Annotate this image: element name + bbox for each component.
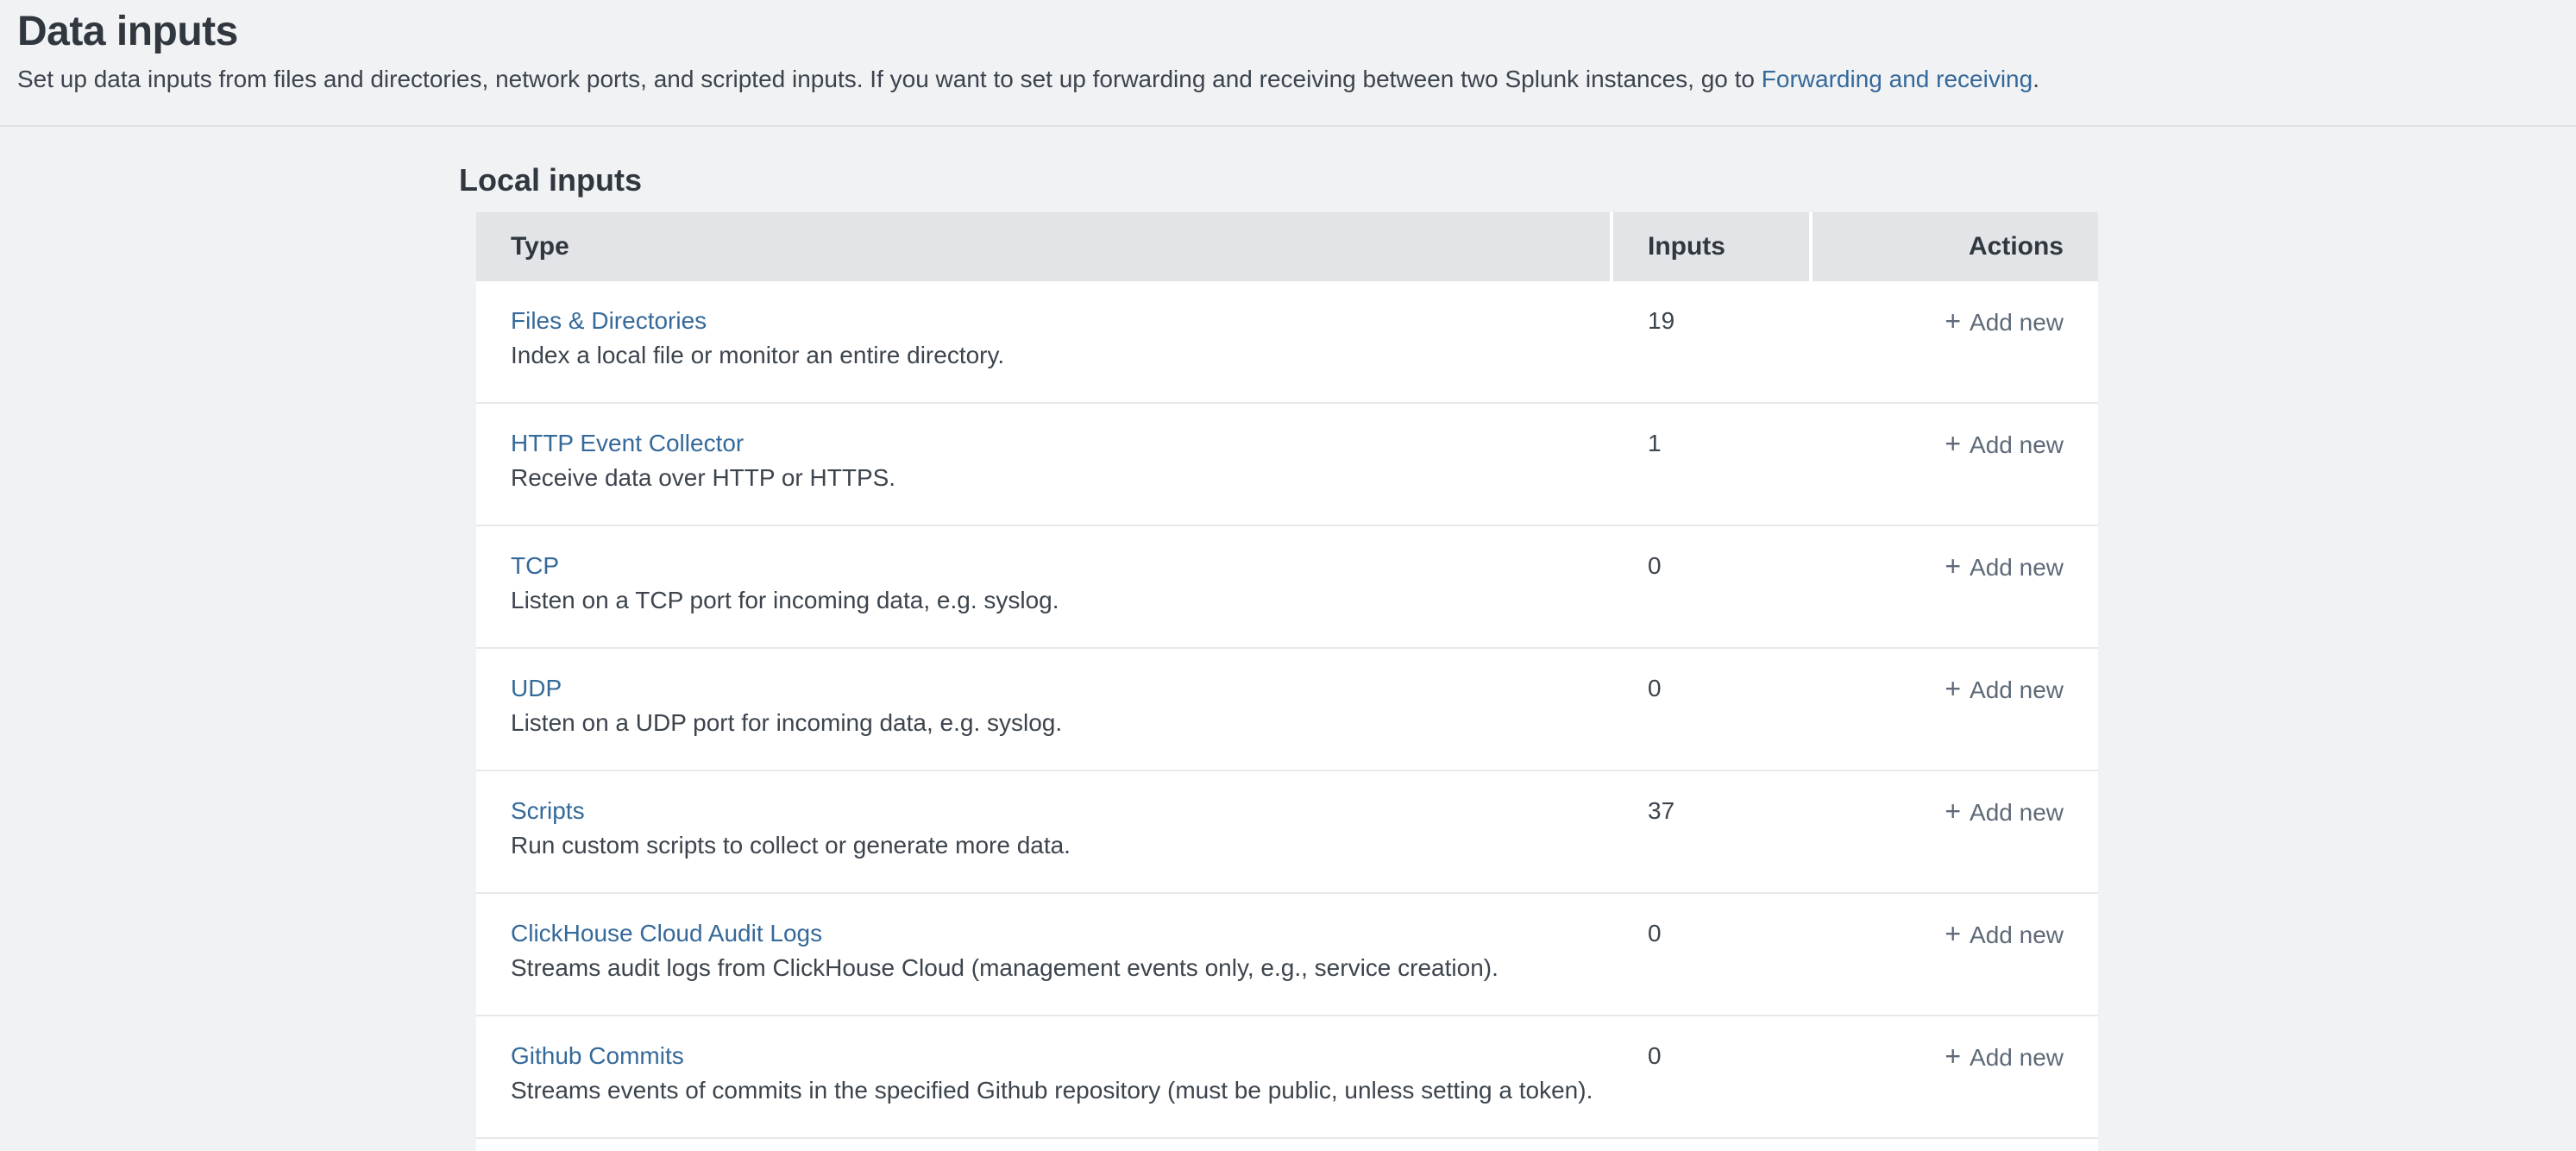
forwarding-and-receiving-link[interactable]: Forwarding and receiving bbox=[1762, 66, 2033, 92]
add-new-label: Add new bbox=[1970, 676, 2064, 703]
add-new-button[interactable]: + Add new bbox=[1945, 671, 2064, 708]
plus-icon: + bbox=[1945, 671, 1961, 706]
add-new-label: Add new bbox=[1970, 799, 2064, 826]
local-inputs-table: Type Inputs Actions Files & Directories … bbox=[476, 212, 2098, 1151]
actions-cell: + Add new bbox=[1809, 426, 2098, 462]
inputs-count: 0 bbox=[1610, 1039, 1809, 1073]
input-type-link[interactable]: TCP bbox=[511, 549, 559, 583]
table-row: Files & Directories Index a local file o… bbox=[476, 281, 2098, 404]
input-type-description: Listen on a UDP port for incoming data, … bbox=[511, 706, 1610, 740]
input-type-link[interactable]: Scripts bbox=[511, 794, 585, 828]
plus-icon: + bbox=[1945, 1039, 1961, 1073]
section-heading-local-inputs: Local inputs bbox=[459, 161, 2576, 199]
input-type-link[interactable]: UDP bbox=[511, 671, 562, 706]
add-new-label: Add new bbox=[1970, 309, 2064, 336]
table-row: Scripts Run custom scripts to collect or… bbox=[476, 771, 2098, 894]
actions-cell: + Add new bbox=[1809, 671, 2098, 708]
partial-row bbox=[476, 1139, 2098, 1151]
actions-cell: + Add new bbox=[1809, 916, 2098, 953]
column-header-inputs: Inputs bbox=[1613, 212, 1809, 281]
plus-icon: + bbox=[1945, 304, 1961, 338]
inputs-count: 0 bbox=[1610, 916, 1809, 951]
input-type-link[interactable]: Files & Directories bbox=[511, 304, 707, 338]
actions-cell: + Add new bbox=[1809, 549, 2098, 585]
input-type-link[interactable]: ClickHouse Cloud Audit Logs bbox=[511, 916, 822, 951]
type-cell: Scripts Run custom scripts to collect or… bbox=[476, 794, 1610, 863]
add-new-label: Add new bbox=[1970, 431, 2064, 458]
plus-icon: + bbox=[1945, 549, 1961, 583]
table-header-row: Type Inputs Actions bbox=[476, 212, 2098, 281]
table-row: UDP Listen on a UDP port for incoming da… bbox=[476, 649, 2098, 771]
column-header-actions: Actions bbox=[1813, 212, 2098, 281]
add-new-label: Add new bbox=[1970, 1044, 2064, 1071]
add-new-label: Add new bbox=[1970, 554, 2064, 581]
input-type-description: Run custom scripts to collect or generat… bbox=[511, 828, 1610, 863]
input-type-description: Streams audit logs from ClickHouse Cloud… bbox=[511, 951, 1610, 985]
table-body: Files & Directories Index a local file o… bbox=[476, 281, 2098, 1139]
input-type-description: Streams events of commits in the specifi… bbox=[511, 1073, 1610, 1108]
input-type-description: Listen on a TCP port for incoming data, … bbox=[511, 583, 1610, 618]
input-type-link[interactable]: HTTP Event Collector bbox=[511, 426, 744, 461]
inputs-count: 19 bbox=[1610, 304, 1809, 338]
plus-icon: + bbox=[1945, 794, 1961, 828]
add-new-button[interactable]: + Add new bbox=[1945, 426, 2064, 462]
inputs-count: 0 bbox=[1610, 671, 1809, 706]
page-header: Data inputs Set up data inputs from file… bbox=[0, 0, 2576, 127]
column-header-type: Type bbox=[476, 212, 1610, 281]
actions-cell: + Add new bbox=[1809, 304, 2098, 340]
table-row: HTTP Event Collector Receive data over H… bbox=[476, 404, 2098, 526]
subtitle-suffix: . bbox=[2033, 66, 2039, 92]
add-new-button[interactable]: + Add new bbox=[1945, 1039, 2064, 1075]
add-new-button[interactable]: + Add new bbox=[1945, 916, 2064, 953]
plus-icon: + bbox=[1945, 426, 1961, 461]
add-new-button[interactable]: + Add new bbox=[1945, 304, 2064, 340]
inputs-count: 1 bbox=[1610, 426, 1809, 461]
add-new-button[interactable]: + Add new bbox=[1945, 794, 2064, 830]
content-area: Local inputs Type Inputs Actions Files &… bbox=[0, 161, 2576, 1151]
type-cell: UDP Listen on a UDP port for incoming da… bbox=[476, 671, 1610, 740]
table-row: TCP Listen on a TCP port for incoming da… bbox=[476, 526, 2098, 649]
add-new-button[interactable]: + Add new bbox=[1945, 549, 2064, 585]
actions-cell: + Add new bbox=[1809, 1039, 2098, 1075]
input-type-description: Receive data over HTTP or HTTPS. bbox=[511, 461, 1610, 495]
table-row: Github Commits Streams events of commits… bbox=[476, 1016, 2098, 1139]
type-cell: Files & Directories Index a local file o… bbox=[476, 304, 1610, 373]
input-type-description: Index a local file or monitor an entire … bbox=[511, 338, 1610, 373]
table-row: ClickHouse Cloud Audit Logs Streams audi… bbox=[476, 894, 2098, 1016]
subtitle-text: Set up data inputs from files and direct… bbox=[17, 66, 1762, 92]
inputs-count: 37 bbox=[1610, 794, 1809, 828]
type-cell: ClickHouse Cloud Audit Logs Streams audi… bbox=[476, 916, 1610, 985]
page-title: Data inputs bbox=[17, 7, 2576, 57]
input-type-link[interactable]: Github Commits bbox=[511, 1039, 684, 1073]
page-subtitle: Set up data inputs from files and direct… bbox=[17, 64, 2576, 95]
add-new-label: Add new bbox=[1970, 921, 2064, 948]
actions-cell: + Add new bbox=[1809, 794, 2098, 830]
plus-icon: + bbox=[1945, 916, 1961, 951]
type-cell: TCP Listen on a TCP port for incoming da… bbox=[476, 549, 1610, 618]
type-cell: HTTP Event Collector Receive data over H… bbox=[476, 426, 1610, 495]
inputs-count: 0 bbox=[1610, 549, 1809, 583]
type-cell: Github Commits Streams events of commits… bbox=[476, 1039, 1610, 1108]
